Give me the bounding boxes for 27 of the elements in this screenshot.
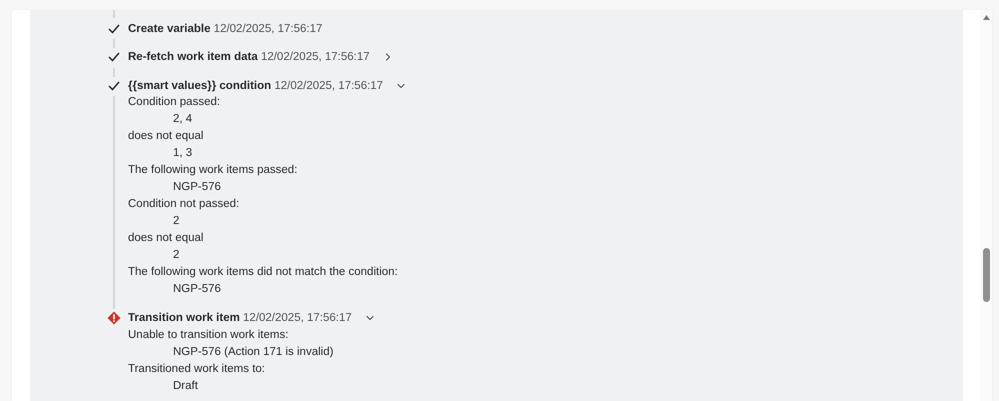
log-label: does not equal [128,231,204,246]
check-icon [108,24,120,34]
log-label: does not equal [128,129,204,144]
check-icon [108,52,120,62]
step-title: Transition work item 12/02/2025, 17:56:17 [128,312,352,324]
step-title: Create variable 12/02/2025, 17:56:17 [128,22,322,34]
log-label: Transitioned work items to: [128,362,266,376]
log-value: NGP-576 [172,180,222,195]
log-label: Unable to transition work items: [128,328,290,342]
log-label: The following work items did not match the condition: [128,265,399,280]
scrollbar[interactable] [980,10,992,401]
error-icon [107,311,121,325]
log-label: Condition not passed: [128,197,240,212]
log-value: NGP-576 (Action 171 is invalid) [172,344,334,360]
log-value: 2 [172,214,180,229]
step-title: Re-fetch work item data 12/02/2025, 17:56:17 [128,51,370,63]
log-label: The following work items passed: [128,163,298,178]
check-icon [108,80,120,90]
log-value: 2 [172,248,180,263]
scroll-up-icon[interactable] [983,15,990,20]
log-label: Condition passed: [128,95,222,110]
log-value: NGP-576 [172,282,222,297]
log-value: Draft [172,378,199,394]
step-title: {{smart values}} condition 12/02/2025, 17:56:17 [128,80,384,92]
log-value: 1, 3 [172,146,194,161]
log-value: 2, 4 [172,112,194,127]
scrollbar-thumb[interactable] [983,248,990,302]
